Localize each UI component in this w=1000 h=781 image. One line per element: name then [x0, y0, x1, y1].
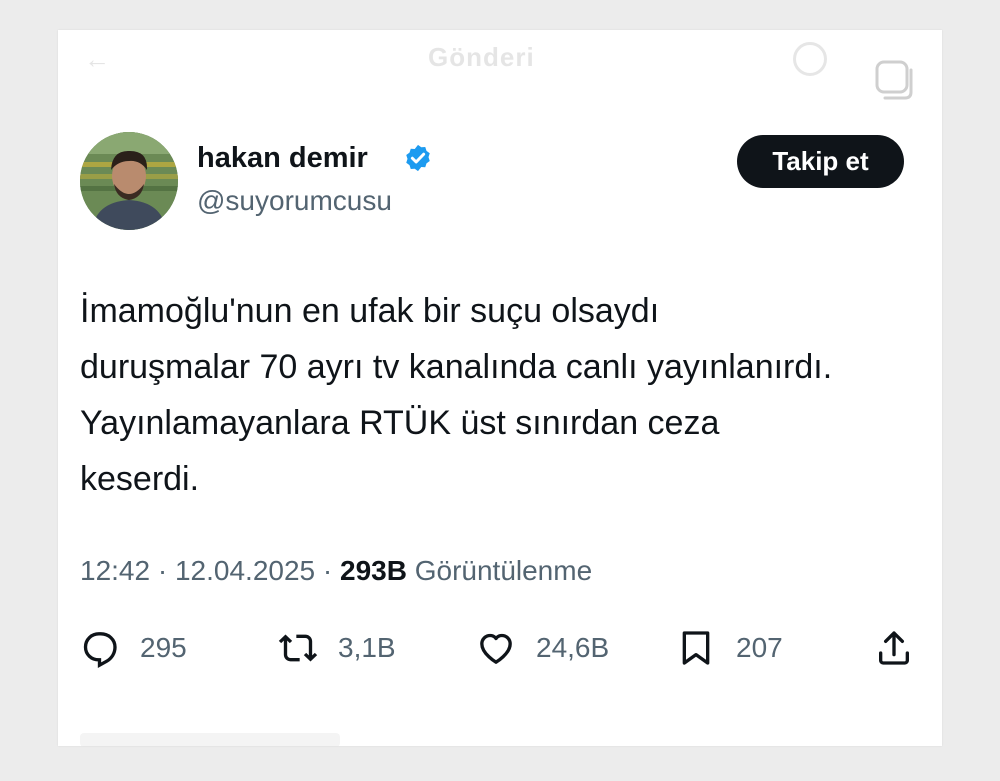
copy-icon[interactable]: [873, 58, 917, 102]
tweet-text-line: duruşmalar 70 ayrı tv kanalında canlı ya…: [80, 348, 833, 386]
tweet-meta: 12:42 · 12.04.2025 · 293B Görüntülenme: [80, 555, 592, 587]
meta-separator: ·: [322, 555, 333, 586]
avatar-image: [80, 132, 178, 230]
tweet-text-line: Yayınlamayanlara RTÜK üst sınırdan ceza: [80, 404, 720, 442]
faded-bottom-content: [80, 733, 340, 747]
tweet-date[interactable]: 12.04.2025: [175, 555, 315, 586]
share-icon: [879, 631, 909, 665]
like-count: 24,6B: [536, 632, 610, 663]
tweet-text: İmamoğlu'nun en ufak bir suçu olsaydı du…: [80, 283, 940, 507]
author-handle[interactable]: @suyorumcusu: [197, 185, 392, 217]
views-label: Görüntülenme: [414, 555, 593, 586]
retweet-icon: [278, 634, 318, 662]
bookmark-icon: [682, 631, 710, 665]
reply-button[interactable]: 295: [80, 628, 187, 668]
retweet-button[interactable]: 3,1B: [278, 628, 396, 668]
share-button[interactable]: [874, 628, 914, 668]
follow-button[interactable]: Takip et: [737, 135, 904, 188]
views-count: 293B: [340, 555, 407, 586]
back-arrow-icon[interactable]: ←: [84, 44, 110, 75]
reply-icon: [83, 632, 117, 668]
reply-count: 295: [140, 632, 187, 663]
tweet-text-line: İmamoğlu'nun en ufak bir suçu olsaydı: [80, 292, 660, 330]
tweet-text-line: keserdi.: [80, 460, 200, 498]
grok-icon[interactable]: [793, 42, 827, 76]
heart-icon: [480, 633, 512, 664]
faded-top-bar: ← Gönderi: [58, 30, 942, 90]
verified-badge-icon: [406, 144, 430, 172]
header-title: Gönderi: [428, 42, 535, 72]
like-button[interactable]: 24,6B: [476, 628, 609, 668]
meta-separator: ·: [157, 555, 168, 586]
tweet-time[interactable]: 12:42: [80, 555, 150, 586]
author-name[interactable]: hakan demir: [197, 142, 368, 175]
retweet-count: 3,1B: [338, 632, 396, 663]
avatar[interactable]: [80, 132, 178, 230]
bookmark-button[interactable]: 207: [676, 628, 783, 668]
bookmark-count: 207: [736, 632, 783, 663]
